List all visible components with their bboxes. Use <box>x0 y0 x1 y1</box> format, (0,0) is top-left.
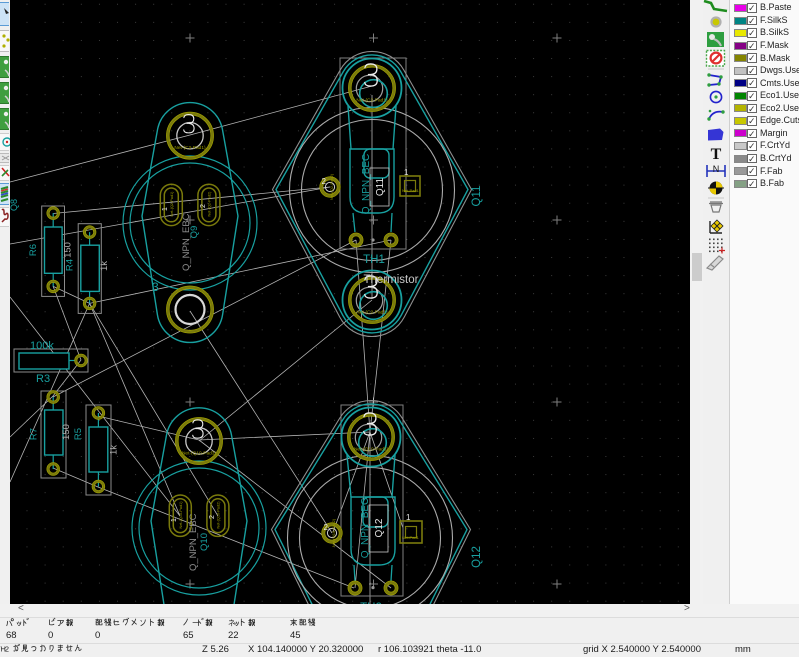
svg-text:N: N <box>713 164 720 174</box>
svg-text:T: T <box>711 146 722 163</box>
svg-text:ネ: ネ <box>228 619 235 628</box>
svg-text:2: 2 <box>5 645 9 654</box>
